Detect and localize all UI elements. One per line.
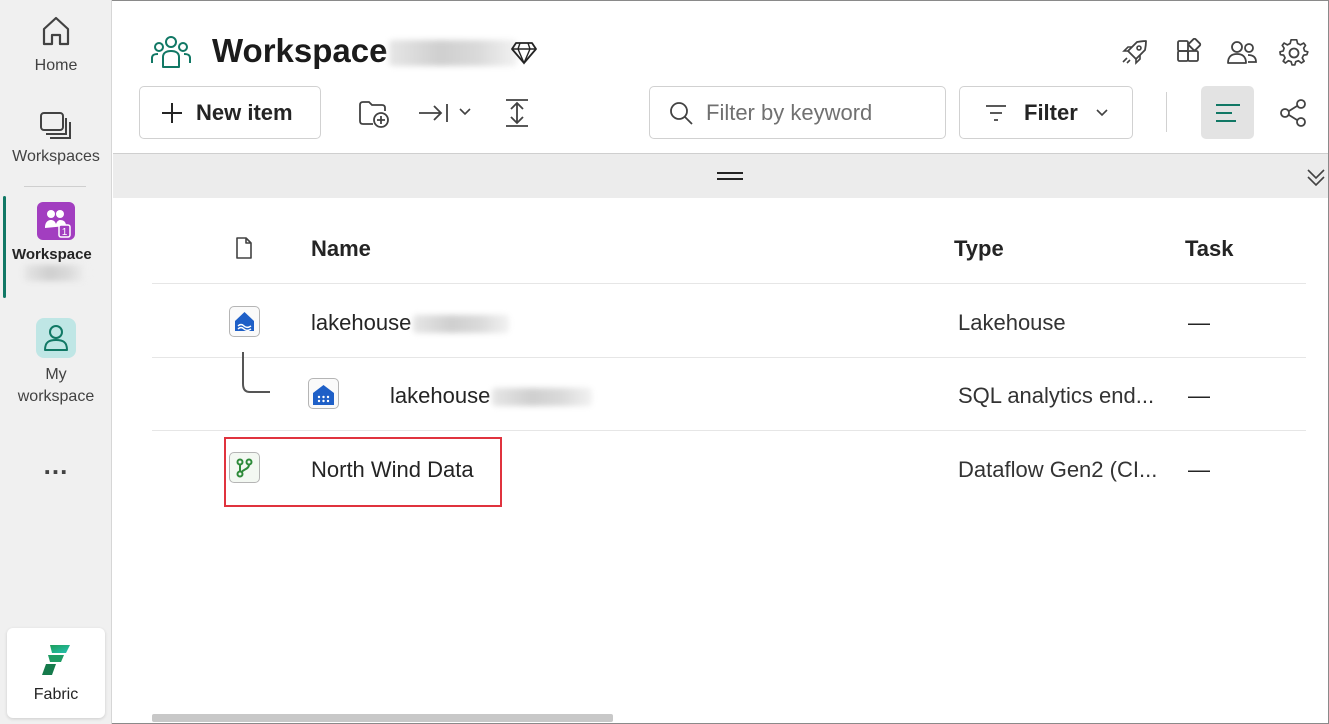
new-item-button[interactable]: New item: [139, 86, 321, 139]
nav-more-button[interactable]: ...: [0, 450, 112, 481]
lineage-view-icon[interactable]: [1279, 98, 1309, 128]
move-to-icon[interactable]: [417, 101, 449, 125]
filter-lines-icon: [986, 104, 1006, 121]
plus-icon: [162, 102, 182, 123]
item-name-redacted: [413, 315, 510, 334]
item-type: Dataflow Gen2 (CI...: [958, 457, 1158, 482]
drag-handle-icon[interactable]: [715, 171, 745, 181]
rocket-icon[interactable]: [1121, 38, 1149, 66]
item-name[interactable]: lakehouse: [390, 383, 593, 409]
fabric-logo-icon: [42, 645, 70, 675]
nav-home[interactable]: Home: [0, 14, 112, 75]
fabric-label: Fabric: [33, 686, 79, 703]
filter-label: Filter: [1024, 99, 1078, 125]
expand-all-icon[interactable]: [503, 97, 531, 129]
row-divider: [152, 357, 1306, 358]
chevron-down-icon: [1096, 108, 1108, 116]
item-name[interactable]: lakehouse: [311, 310, 510, 336]
nav-workspace-label: Workspace: [12, 246, 92, 263]
workspace-name-redacted: [389, 40, 518, 67]
collapsed-pane-bar[interactable]: [113, 153, 1328, 198]
new-folder-icon[interactable]: [358, 99, 390, 129]
workspaces-icon: [40, 112, 71, 139]
workspace-badge: 1: [62, 227, 68, 238]
premium-diamond-icon: [511, 42, 537, 65]
search-icon: [670, 101, 693, 125]
item-type: Lakehouse: [958, 310, 1066, 335]
header-divider: [152, 283, 1306, 284]
nav-home-label: Home: [34, 57, 78, 74]
item-task: —: [1188, 457, 1210, 482]
item-task: —: [1188, 383, 1210, 408]
item-name-redacted: [492, 388, 593, 407]
chevron-down-icon[interactable]: [457, 105, 473, 119]
left-nav-rail: Home Workspaces 1 Workspace My workspace…: [0, 0, 112, 724]
new-item-label: New item: [196, 99, 293, 125]
search-box[interactable]: [649, 86, 946, 139]
page-title: Workspace: [212, 32, 518, 70]
apps-icon[interactable]: [1175, 38, 1203, 66]
column-header-type[interactable]: Type: [954, 236, 1004, 262]
highlight-box: [224, 437, 502, 507]
list-view-button[interactable]: [1201, 86, 1254, 139]
nav-my-workspace-label: My workspace: [17, 366, 95, 405]
workspace-people-icon: [151, 36, 191, 68]
fabric-switcher[interactable]: Fabric: [7, 628, 105, 718]
toolbar-divider: [1166, 92, 1167, 132]
column-header-name[interactable]: Name: [311, 236, 371, 262]
item-task: —: [1188, 310, 1210, 335]
tree-connector: [242, 352, 270, 393]
manage-access-icon[interactable]: [1226, 38, 1258, 66]
home-icon: [42, 16, 70, 46]
nav-my-workspace[interactable]: My workspace: [0, 318, 112, 408]
filter-button[interactable]: Filter: [959, 86, 1133, 139]
file-type-icon: [236, 237, 252, 259]
settings-gear-icon[interactable]: [1279, 37, 1309, 67]
my-workspace-icon: [36, 318, 76, 358]
search-input[interactable]: [706, 99, 926, 126]
row-divider: [152, 430, 1306, 431]
nav-workspaces[interactable]: Workspaces: [0, 110, 112, 166]
item-type: SQL analytics end...: [958, 383, 1155, 408]
double-chevron-down-icon[interactable]: [1305, 166, 1327, 188]
nav-separator: [24, 186, 86, 187]
nav-workspaces-label: Workspaces: [12, 148, 100, 165]
sql-endpoint-icon: [308, 378, 339, 409]
horizontal-scrollbar[interactable]: [152, 714, 613, 722]
nav-workspace-name-redacted: [0, 265, 112, 286]
nav-current-workspace[interactable]: 1 Workspace: [0, 202, 112, 286]
column-header-task[interactable]: Task: [1185, 236, 1234, 262]
list-view-icon: [1216, 104, 1240, 122]
workspace-tile-icon: 1: [37, 202, 75, 240]
lakehouse-icon: [229, 306, 260, 337]
